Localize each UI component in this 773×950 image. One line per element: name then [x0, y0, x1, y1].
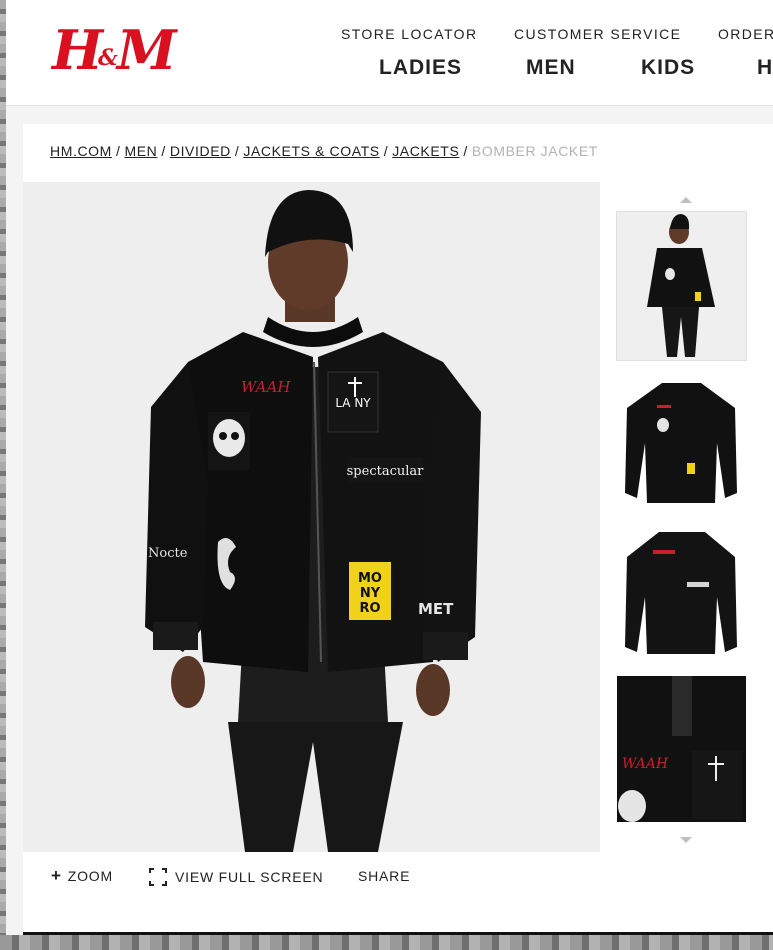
thumbnail-3[interactable]: [617, 522, 746, 670]
cross-patch-text: LA NY: [335, 396, 371, 410]
site-header: H&M STORE LOCATOR CUSTOMER SERVICE ORDER…: [6, 0, 773, 106]
breadcrumb-separator: /: [115, 143, 121, 159]
yellow-patch-line-2: NY: [360, 586, 381, 601]
thumbnail-1[interactable]: [617, 212, 746, 360]
model-illustration: LA NY WAAH spectacular MO NY RO Nocte ME…: [23, 182, 600, 852]
share-button[interactable]: SHARE: [358, 868, 410, 884]
thumbnail-rail: WAAH: [600, 182, 773, 852]
right-sleeve-patch: MET: [418, 600, 454, 618]
product-card: HM.COM / MEN / DIVIDED / JACKETS & COATS / JACKE…: [23, 124, 773, 935]
breadcrumb-current: BOMBER JACKET: [471, 143, 598, 159]
page: H&M STORE LOCATOR CUSTOMER SERVICE ORDER…: [6, 0, 773, 935]
nav-men[interactable]: MEN: [526, 56, 576, 80]
fullscreen-icon: [149, 868, 167, 886]
share-label: SHARE: [358, 868, 411, 884]
breadcrumb-separator: /: [161, 143, 166, 159]
breadcrumb-separator: /: [383, 143, 389, 159]
product-main-image[interactable]: LA NY WAAH spectacular MO NY RO Nocte ME…: [23, 182, 600, 852]
breadcrumb: HM.COM / MEN / DIVIDED / JACKETS & COATS / JACKE…: [50, 143, 598, 159]
svg-text:WAAH: WAAH: [622, 756, 669, 772]
nav-kids[interactable]: KIDS: [641, 56, 695, 80]
breadcrumb-men[interactable]: MEN: [124, 143, 157, 159]
thumbnails-down-arrow-icon[interactable]: [680, 837, 692, 843]
customer-service-link[interactable]: CUSTOMER SERVICE: [514, 26, 681, 42]
thumbnail-2[interactable]: [617, 368, 746, 516]
gothic-text-patch: spectacular: [347, 464, 425, 479]
thumbnail-4[interactable]: WAAH: [617, 676, 746, 822]
breadcrumb-hm-com[interactable]: HM.COM: [50, 143, 112, 159]
left-sleeve-patch: Nocte: [148, 546, 188, 561]
nav-ladies[interactable]: LADIES: [379, 56, 462, 80]
breadcrumb-separator: /: [463, 143, 468, 159]
full-screen-label: VIEW FULL SCREEN: [175, 869, 324, 885]
breadcrumb-jackets-coats[interactable]: JACKETS & COATS: [243, 143, 379, 159]
section-divider: [23, 932, 773, 935]
breadcrumb-jackets[interactable]: JACKETS: [392, 143, 459, 159]
red-script-patch: WAAH: [241, 378, 291, 396]
view-full-screen-button[interactable]: VIEW FULL SCREEN: [149, 868, 323, 886]
store-locator-link[interactable]: STORE LOCATOR: [341, 26, 477, 42]
nav-home[interactable]: H: [757, 56, 773, 80]
hm-logo[interactable]: H&M: [52, 10, 177, 102]
background-bottom-edge: [0, 935, 773, 950]
order-link[interactable]: ORDER: [718, 26, 773, 42]
zoom-label: ZOOM: [67, 868, 113, 884]
zoom-button[interactable]: + ZOOM: [51, 866, 113, 885]
plus-icon: +: [51, 866, 62, 885]
breadcrumb-divided[interactable]: DIVIDED: [170, 143, 231, 159]
yellow-patch-line-3: RO: [359, 601, 380, 616]
thumbnails-up-arrow-icon[interactable]: [680, 197, 692, 203]
yellow-patch-line-1: MO: [358, 571, 382, 586]
breadcrumb-separator: /: [234, 143, 240, 159]
